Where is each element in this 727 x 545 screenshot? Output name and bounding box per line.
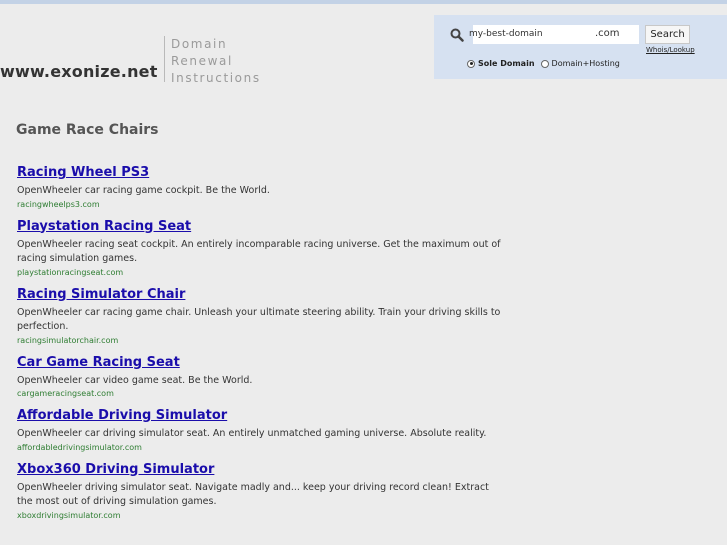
list-item: Affordable Driving Simulator OpenWheeler… <box>17 408 507 454</box>
result-description: OpenWheeler car racing game chair. Unlea… <box>17 306 501 333</box>
header-divider <box>164 36 165 82</box>
list-item: Xbox360 Driving Simulator OpenWheeler dr… <box>17 462 507 522</box>
result-description: OpenWheeler car racing game cockpit. Be … <box>17 185 270 196</box>
sole-domain-label: Sole Domain <box>478 59 535 68</box>
list-item: Car Game Racing Seat OpenWheeler car vid… <box>17 355 507 401</box>
list-item: Racing Wheel PS3 OpenWheeler car racing … <box>17 165 507 211</box>
tld-label: .com <box>595 28 620 39</box>
result-url[interactable]: playstationracingseat.com <box>17 267 507 279</box>
list-item: Racing Simulator Chair OpenWheeler car r… <box>17 287 507 347</box>
tagline-line: Renewal <box>171 54 233 68</box>
result-description: OpenWheeler racing seat cockpit. An enti… <box>17 238 501 265</box>
result-url[interactable]: affordabledrivingsimulator.com <box>17 442 507 454</box>
domain-hosting-radio[interactable] <box>540 59 549 68</box>
whois-lookup-link[interactable]: Whois/Lookup <box>646 46 695 54</box>
domain-hosting-label: Domain+Hosting <box>551 59 620 68</box>
search-button[interactable]: Search <box>645 25 690 44</box>
domain-search-input[interactable]: my-best-domain .com <box>469 25 639 44</box>
tagline-line: Instructions <box>171 71 261 85</box>
domain-search-input-value: my-best-domain <box>469 29 543 39</box>
result-url[interactable]: xboxdrivingsimulator.com <box>17 510 507 522</box>
result-url[interactable]: racingwheelps3.com <box>17 199 507 211</box>
site-title: www.exonize.net <box>0 62 158 81</box>
result-description: OpenWheeler car driving simulator seat. … <box>17 428 487 439</box>
result-url[interactable]: racingsimulatorchair.com <box>17 335 507 347</box>
result-description: OpenWheeler driving simulator seat. Navi… <box>17 481 489 508</box>
results-list: Racing Wheel PS3 OpenWheeler car racing … <box>17 165 507 530</box>
section-title: Game Race Chairs <box>16 122 159 138</box>
result-description: OpenWheeler car video game seat. Be the … <box>17 374 253 386</box>
sole-domain-radio[interactable] <box>467 59 475 68</box>
domain-option-group: Sole Domain Domain+Hosting <box>467 59 620 68</box>
tagline-line: Domain <box>171 37 228 51</box>
result-title-link[interactable]: Racing Simulator Chair <box>17 287 507 303</box>
result-title-link[interactable]: Xbox360 Driving Simulator <box>17 462 507 478</box>
result-title-link[interactable]: Racing Wheel PS3 <box>17 165 507 181</box>
result-url[interactable]: cargameracingseat.com <box>17 388 507 400</box>
search-icon <box>450 28 464 42</box>
list-item: Playstation Racing Seat OpenWheeler raci… <box>17 219 507 279</box>
tagline: Domain Renewal Instructions <box>171 36 261 87</box>
top-stripe <box>0 0 727 4</box>
domain-search-panel: my-best-domain .com Search Whois/Lookup … <box>434 15 727 79</box>
page: www.exonize.net Domain Renewal Instructi… <box>0 0 727 545</box>
result-title-link[interactable]: Playstation Racing Seat <box>17 219 507 235</box>
result-title-link[interactable]: Affordable Driving Simulator <box>17 408 507 424</box>
result-title-link[interactable]: Car Game Racing Seat <box>17 355 507 371</box>
